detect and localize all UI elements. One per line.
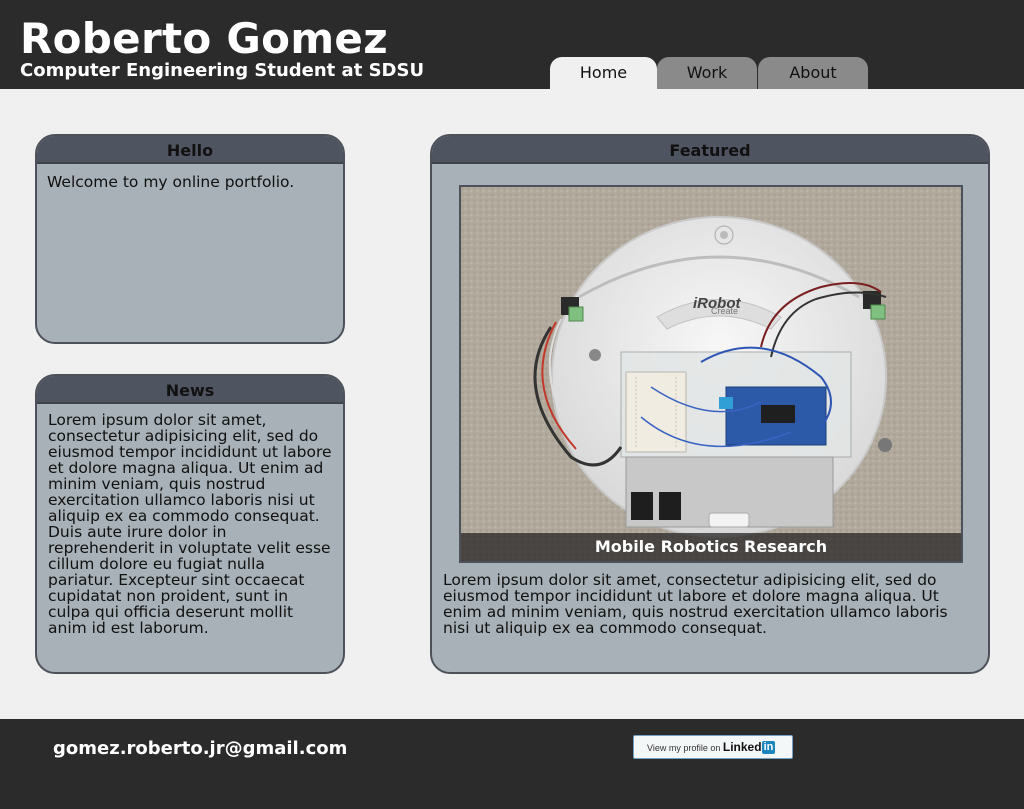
- featured-panel: Featured iRobot Create Mobile Robotics R…: [430, 134, 990, 674]
- tab-home[interactable]: Home: [550, 57, 657, 89]
- robot-photo-illustration: iRobot Create: [461, 187, 961, 561]
- linkedin-badge-prefix: View my profile on: [647, 743, 721, 753]
- site-footer: gomez.roberto.jr@gmail.com View my profi…: [0, 719, 1024, 809]
- robot-model-label: Create: [711, 306, 738, 316]
- hello-panel-text: Welcome to my online portfolio.: [47, 173, 295, 191]
- news-panel-text: Lorem ipsum dolor sit amet, consectetur …: [48, 411, 332, 637]
- tab-about[interactable]: About: [758, 57, 868, 89]
- site-name: Roberto Gomez: [20, 14, 388, 63]
- hello-panel: Hello Welcome to my online portfolio.: [35, 134, 345, 344]
- linkedin-profile-badge[interactable]: View my profile on Linked in: [633, 735, 793, 759]
- featured-panel-title: Featured: [432, 136, 988, 164]
- tab-work[interactable]: Work: [657, 57, 757, 89]
- news-panel-title: News: [37, 376, 343, 404]
- linkedin-wordmark: Linked: [722, 740, 762, 754]
- photo-caption: Mobile Robotics Research: [461, 533, 961, 561]
- contact-email[interactable]: gomez.roberto.jr@gmail.com: [53, 738, 347, 759]
- featured-photo[interactable]: iRobot Create Mobile Robotics Research: [459, 185, 963, 563]
- linkedin-icon: in: [761, 741, 776, 754]
- news-panel: News Lorem ipsum dolor sit amet, consect…: [35, 374, 345, 674]
- featured-panel-text: Lorem ipsum dolor sit amet, consectetur …: [443, 571, 948, 637]
- site-tagline: Computer Engineering Student at SDSU: [20, 60, 425, 81]
- site-header: Roberto Gomez Computer Engineering Stude…: [0, 0, 1024, 89]
- hello-panel-title: Hello: [37, 136, 343, 164]
